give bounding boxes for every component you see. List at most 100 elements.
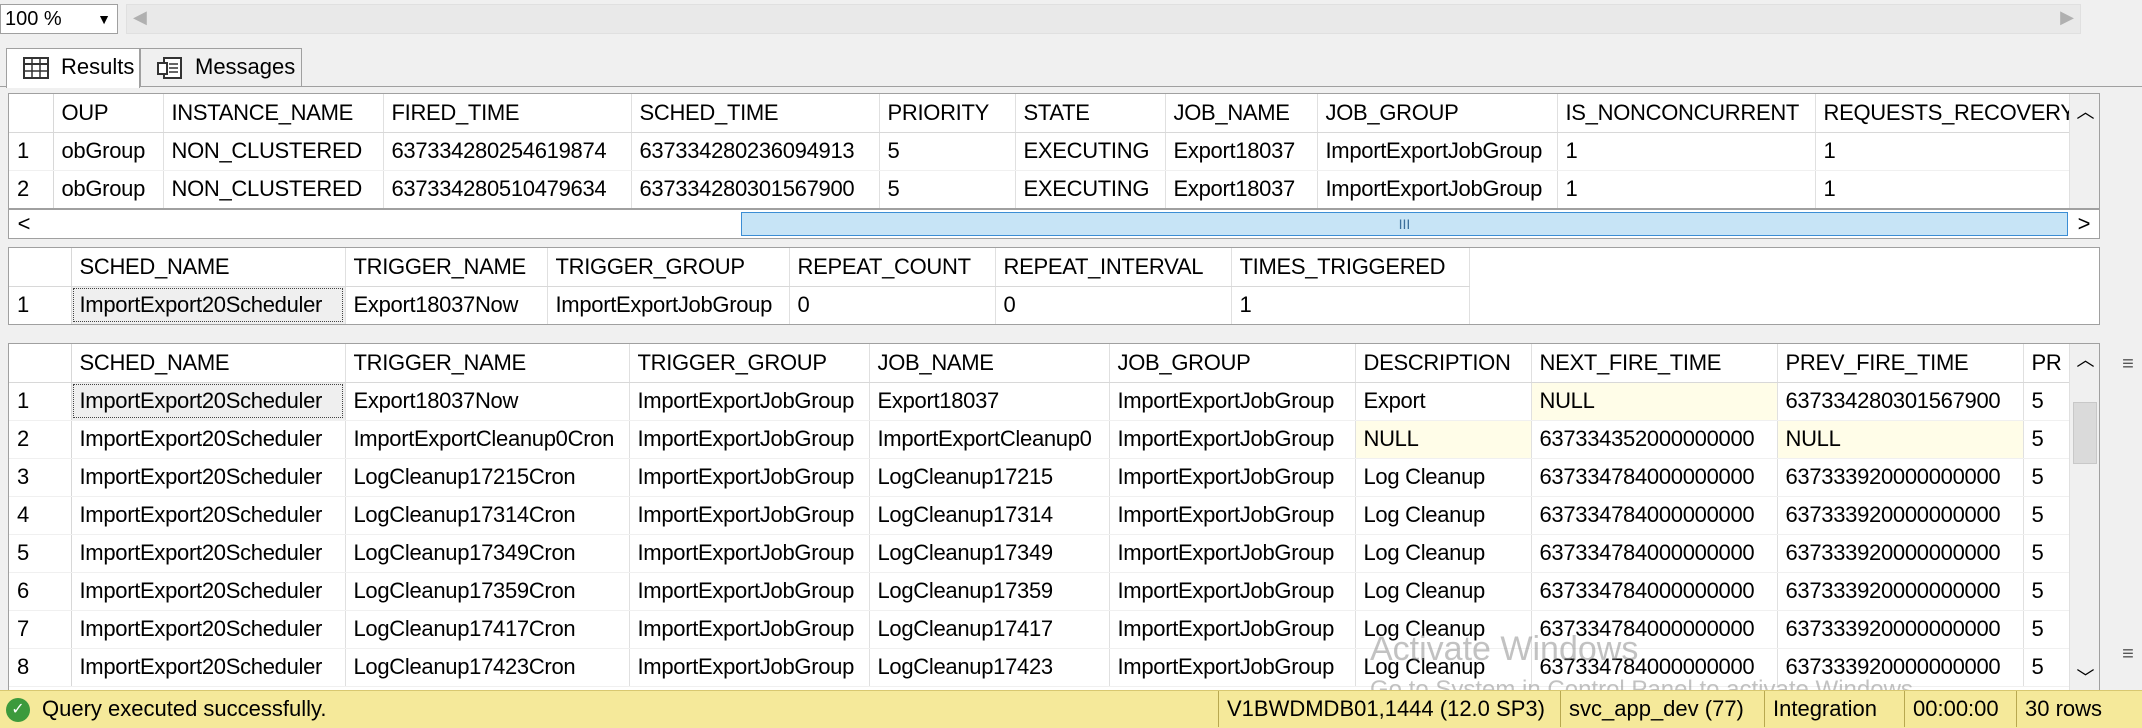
table-cell[interactable]: 637334280301567900 bbox=[1777, 382, 2024, 421]
table-row[interactable]: 4 ImportExport20Scheduler LogCleanup17314C… bbox=[9, 496, 2071, 535]
table-cell[interactable]: NON_CLUSTERED bbox=[163, 170, 384, 208]
column-header[interactable]: OUP bbox=[53, 94, 164, 133]
table-cell[interactable]: 637334784000000000 bbox=[1531, 610, 1778, 649]
row-number[interactable]: 2 bbox=[9, 420, 72, 459]
table-cell[interactable]: NULL bbox=[1531, 382, 1778, 421]
column-header[interactable]: JOB_NAME bbox=[1165, 94, 1318, 133]
row-number[interactable]: 3 bbox=[9, 458, 72, 497]
table-cell[interactable]: ImportExportJobGroup bbox=[629, 572, 870, 611]
table-cell[interactable]: ImportExportJobGroup bbox=[1109, 382, 1356, 421]
table-cell[interactable]: LogCleanup17349Cron bbox=[345, 534, 630, 573]
tab-messages[interactable]: Messages bbox=[140, 48, 302, 86]
table-cell[interactable]: ImportExportJobGroup bbox=[1109, 420, 1356, 459]
table-cell[interactable]: 5 bbox=[2023, 458, 2071, 497]
row-number[interactable]: 1 bbox=[9, 382, 72, 421]
table-cell[interactable]: ImportExport20Scheduler bbox=[71, 496, 346, 535]
column-header[interactable]: REQUESTS_RECOVERY bbox=[1815, 94, 2086, 133]
splitter-grip-icon[interactable]: ≡ bbox=[2118, 643, 2138, 666]
scroll-left-icon[interactable]: < bbox=[9, 210, 39, 238]
scroll-thumb[interactable]: III bbox=[741, 212, 2068, 236]
table-cell[interactable]: 637334280236094913 bbox=[631, 132, 880, 171]
column-header[interactable]: JOB_GROUP bbox=[1109, 344, 1356, 383]
column-header[interactable]: REPEAT_COUNT bbox=[789, 248, 996, 287]
table-cell[interactable]: 637333920000000000 bbox=[1777, 572, 2024, 611]
table-cell[interactable]: 637334352000000000 bbox=[1531, 420, 1778, 459]
table-row[interactable]: 1 obGroup NON_CLUSTERED 637334280254619874 6… bbox=[9, 132, 2086, 171]
splitter-grip-icon[interactable]: ≡ bbox=[2118, 353, 2138, 376]
table-cell[interactable]: 637334784000000000 bbox=[1531, 572, 1778, 611]
column-header[interactable]: INSTANCE_NAME bbox=[163, 94, 384, 133]
table-cell[interactable]: LogCleanup17417Cron bbox=[345, 610, 630, 649]
table-cell[interactable]: EXECUTING bbox=[1015, 170, 1166, 208]
row-number[interactable]: 8 bbox=[9, 648, 72, 687]
column-header[interactable]: STATE bbox=[1015, 94, 1166, 133]
table-cell[interactable]: Export18037Now bbox=[345, 286, 548, 324]
table-row[interactable]: 7 ImportExport20Scheduler LogCleanup17417C… bbox=[9, 610, 2071, 649]
table-cell[interactable]: 5 bbox=[879, 132, 1016, 171]
row-number[interactable]: 6 bbox=[9, 572, 72, 611]
table-cell[interactable]: 5 bbox=[879, 170, 1016, 208]
table-row[interactable]: 6 ImportExport20Scheduler LogCleanup17359C… bbox=[9, 572, 2071, 611]
scroll-right-icon[interactable]: > bbox=[2069, 210, 2099, 238]
table-cell[interactable]: ImportExportJobGroup bbox=[1109, 572, 1356, 611]
table-cell[interactable]: NULL bbox=[1355, 420, 1532, 459]
column-header[interactable]: PRIORITY bbox=[879, 94, 1016, 133]
table-row[interactable]: 3 ImportExport20Scheduler LogCleanup17215C… bbox=[9, 458, 2071, 497]
table-cell[interactable]: LogCleanup17349 bbox=[869, 534, 1110, 573]
row-number[interactable]: 4 bbox=[9, 496, 72, 535]
grid-1-vertical-scrollbar[interactable]: ︿ bbox=[2069, 94, 2099, 208]
table-cell[interactable]: EXECUTING bbox=[1015, 132, 1166, 171]
zoom-dropdown[interactable]: 100 % ▼ bbox=[0, 4, 118, 34]
scroll-up-icon[interactable]: ︿ bbox=[2070, 346, 2099, 372]
table-cell[interactable]: Log Cleanup bbox=[1355, 648, 1532, 687]
table-cell[interactable]: NON_CLUSTERED bbox=[163, 132, 384, 171]
table-cell[interactable]: Export18037 bbox=[1165, 170, 1318, 208]
table-cell[interactable]: ImportExport20Scheduler bbox=[71, 610, 346, 649]
table-cell[interactable]: 5 bbox=[2023, 572, 2071, 611]
table-cell[interactable]: ImportExport20Scheduler bbox=[71, 420, 346, 459]
scroll-right-icon[interactable]: ▶ bbox=[2060, 7, 2074, 28]
column-header[interactable]: TRIGGER_GROUP bbox=[547, 248, 790, 287]
tab-results[interactable]: Results bbox=[6, 48, 140, 88]
column-header[interactable]: TRIGGER_NAME bbox=[345, 344, 630, 383]
table-cell[interactable]: 637334280254619874 bbox=[383, 132, 632, 171]
table-cell[interactable]: 637333920000000000 bbox=[1777, 458, 2024, 497]
table-cell[interactable]: ImportExportJobGroup bbox=[629, 496, 870, 535]
result-grid-1[interactable]: OUP INSTANCE_NAME FIRED_TIME SCHED_TIME PRIO… bbox=[8, 93, 2100, 209]
result-grid-3[interactable]: SCHED_NAME TRIGGER_NAME TRIGGER_GROUP JOB_N… bbox=[8, 343, 2100, 691]
table-cell[interactable]: LogCleanup17423Cron bbox=[345, 648, 630, 687]
table-cell[interactable]: 637333920000000000 bbox=[1777, 534, 2024, 573]
column-header[interactable]: SCHED_NAME bbox=[71, 344, 346, 383]
table-cell[interactable]: Log Cleanup bbox=[1355, 458, 1532, 497]
table-cell[interactable]: 5 bbox=[2023, 382, 2071, 421]
scroll-up-icon[interactable]: ︿ bbox=[2070, 98, 2099, 124]
scroll-left-icon[interactable]: ◀ bbox=[133, 7, 147, 28]
table-row[interactable]: 1 ImportExport20Scheduler Export18037Now Im… bbox=[9, 382, 2071, 421]
table-cell[interactable]: 5 bbox=[2023, 610, 2071, 649]
table-cell[interactable]: ImportExportCleanup0Cron bbox=[345, 420, 630, 459]
table-cell[interactable]: obGroup bbox=[53, 170, 164, 208]
column-header[interactable]: NEXT_FIRE_TIME bbox=[1531, 344, 1778, 383]
row-number[interactable]: 1 bbox=[9, 286, 72, 324]
table-cell[interactable]: 637334784000000000 bbox=[1531, 458, 1778, 497]
table-cell[interactable]: Log Cleanup bbox=[1355, 572, 1532, 611]
table-cell[interactable]: 637333920000000000 bbox=[1777, 496, 2024, 535]
table-cell[interactable]: ImportExportJobGroup bbox=[629, 382, 870, 421]
column-header[interactable]: IS_NONCONCURRENT bbox=[1557, 94, 1816, 133]
table-row[interactable]: 2 ImportExport20Scheduler ImportExportClea… bbox=[9, 420, 2071, 459]
column-header[interactable]: REPEAT_INTERVAL bbox=[995, 248, 1232, 287]
table-cell[interactable]: LogCleanup17359 bbox=[869, 572, 1110, 611]
table-cell[interactable]: 637334280301567900 bbox=[631, 170, 880, 208]
column-header[interactable]: JOB_NAME bbox=[869, 344, 1110, 383]
editor-horizontal-scrollbar[interactable]: ◀ ▶ bbox=[126, 4, 2081, 34]
table-cell[interactable]: LogCleanup17423 bbox=[869, 648, 1110, 687]
table-cell[interactable]: LogCleanup17215 bbox=[869, 458, 1110, 497]
column-header[interactable]: DESCRIPTION bbox=[1355, 344, 1532, 383]
table-cell[interactable]: ImportExportJobGroup bbox=[1317, 170, 1558, 208]
table-cell[interactable]: obGroup bbox=[53, 132, 164, 171]
table-cell[interactable]: 637334784000000000 bbox=[1531, 496, 1778, 535]
grid-1-horizontal-scrollbar[interactable]: < III > bbox=[8, 209, 2100, 239]
table-cell[interactable]: ImportExportJobGroup bbox=[547, 286, 790, 324]
column-header[interactable]: TIMES_TRIGGERED bbox=[1231, 248, 1470, 287]
table-cell[interactable]: Log Cleanup bbox=[1355, 610, 1532, 649]
